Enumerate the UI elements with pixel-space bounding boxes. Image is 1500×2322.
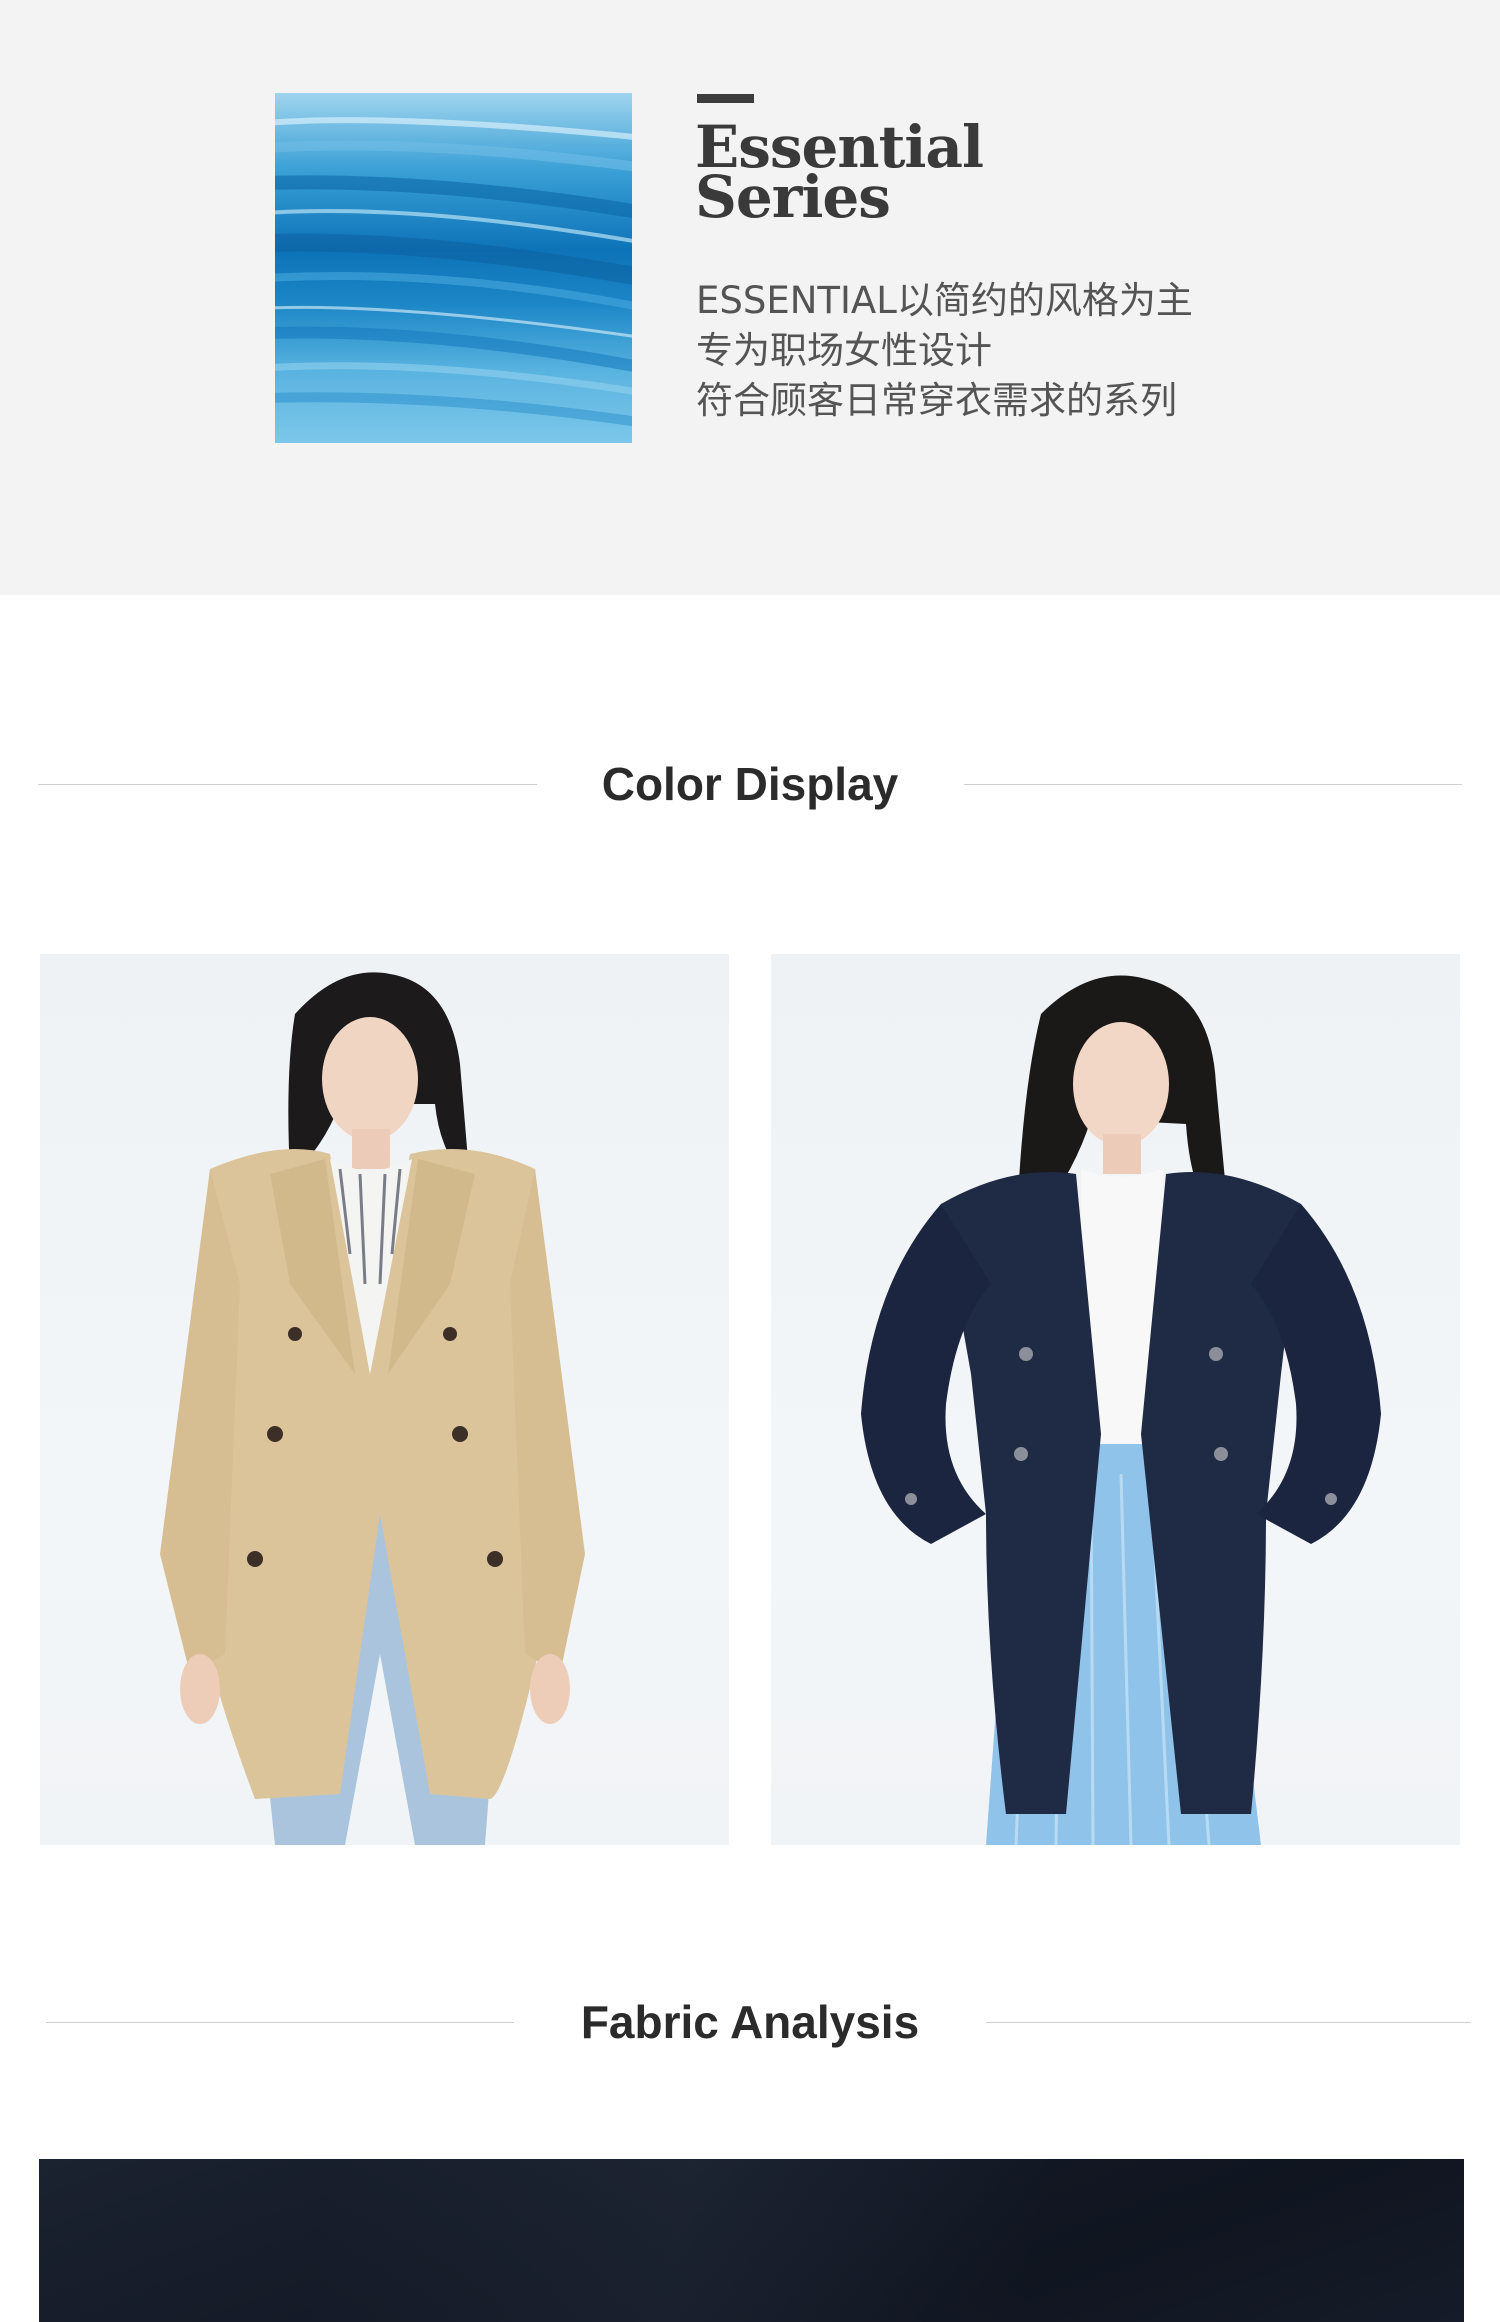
series-description: ESSENTIAL以简约的风格为主 专为职场女性设计 符合顾客日常穿衣需求的系列 — [696, 276, 1296, 426]
khaki-trench-coat-model-photo — [40, 954, 729, 1845]
blue-brushstroke-texture-image — [275, 93, 632, 443]
color-display-heading: Color Display — [0, 754, 1500, 814]
fabric-analysis-heading: Fabric Analysis — [0, 1992, 1500, 2052]
series-header: Essential Series ESSENTIAL以简约的风格为主 专为职场女… — [0, 0, 1500, 595]
series-description-line: ESSENTIAL以简约的风格为主 — [696, 279, 1193, 322]
series-title: Essential Series — [695, 118, 1195, 226]
fabric-sheen — [39, 2159, 1464, 2322]
khaki-coat-model-icon — [160, 972, 585, 1845]
divider-line-right — [986, 2022, 1471, 2023]
brushstroke-icon — [275, 117, 632, 427]
title-accent-dash — [697, 94, 754, 103]
navy-fabric-closeup-image — [39, 2159, 1464, 2322]
divider-line-right — [964, 784, 1462, 785]
series-description-line: 符合顾客日常穿衣需求的系列 — [696, 379, 1177, 422]
navy-trench-coat-model-photo — [771, 954, 1460, 1845]
navy-coat-model-icon — [861, 975, 1381, 1845]
series-description-line: 专为职场女性设计 — [696, 329, 992, 372]
